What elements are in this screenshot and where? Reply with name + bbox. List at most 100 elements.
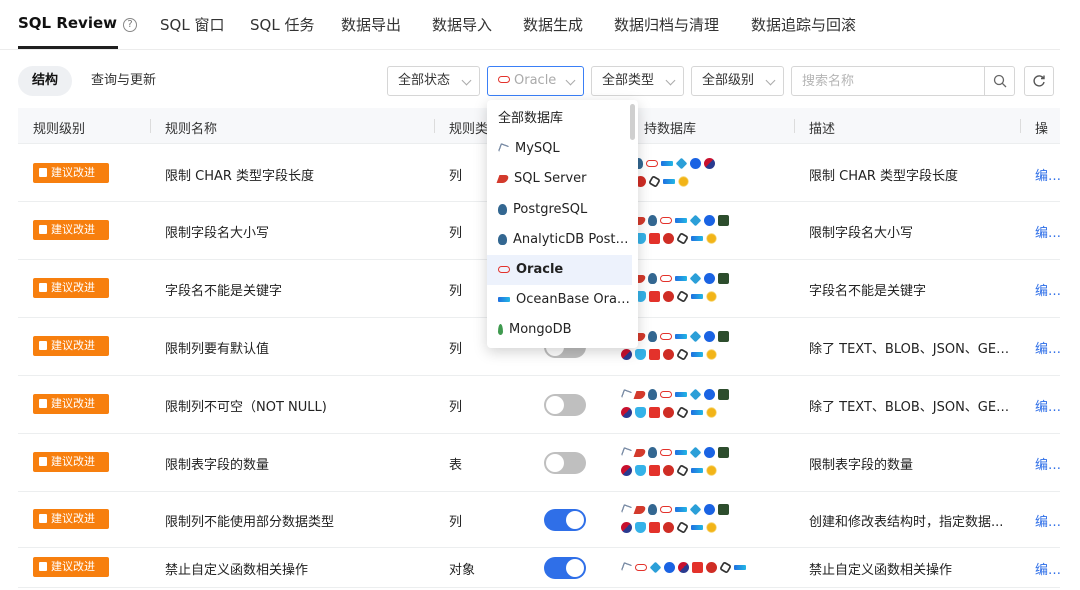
tab-data-generate[interactable]: 数据生成	[523, 14, 583, 35]
cmdb-icon	[635, 465, 646, 476]
dropdown-scrollbar[interactable]	[630, 104, 635, 140]
edit-link[interactable]: 编辑	[1035, 165, 1060, 184]
tab-data-import[interactable]: 数据导入	[432, 14, 492, 35]
type-filter[interactable]: 全部类型	[591, 66, 684, 96]
supported-db-icons	[620, 560, 786, 578]
dropdown-option-pg[interactable]: PostgreSQL	[487, 195, 632, 225]
dropdown-option-label: MongoDB	[509, 322, 572, 338]
hbase-icon	[663, 407, 674, 418]
hexa-icon	[676, 406, 689, 419]
database-filter[interactable]: Oracle	[487, 66, 584, 96]
warning-icon	[39, 283, 47, 292]
supported-db-icons	[620, 502, 786, 538]
sqlserver-icon	[633, 505, 647, 514]
cmdb-icon	[635, 407, 646, 418]
oracle-icon	[660, 275, 672, 282]
db-icon-line	[620, 271, 786, 286]
redis-icon	[621, 407, 632, 418]
supported-db-icons	[620, 329, 786, 365]
rule-description: 限制表字段的数量	[809, 458, 914, 473]
polar-icon	[689, 446, 702, 459]
ob-icon	[691, 410, 703, 415]
rule-category: 列	[449, 515, 463, 530]
level-label: 建议改进	[51, 560, 95, 573]
segment-structure[interactable]: 结构	[18, 66, 73, 96]
ob-icon	[675, 218, 687, 223]
database-filter-value: Oracle	[514, 73, 557, 88]
tab-data-trace[interactable]: 数据追踪与回滚	[751, 14, 856, 35]
level-label: 建议改进	[51, 455, 95, 468]
help-icon[interactable]: ?	[123, 18, 138, 32]
dropdown-option-pg[interactable]: AnalyticDB Postg...	[487, 225, 632, 255]
edit-link[interactable]: 编辑	[1035, 396, 1060, 415]
hbase-icon	[663, 349, 674, 360]
pg-icon	[648, 331, 657, 342]
column-category: 规则类	[449, 122, 489, 137]
rule-name: 限制字段名大小写	[165, 226, 270, 241]
rule-description: 禁止自定义函数相关操作	[809, 563, 953, 578]
edit-link[interactable]: 编辑	[1035, 280, 1060, 299]
oracle-icon	[660, 391, 672, 398]
db-icon-line	[621, 174, 786, 189]
rule-name: 字段名不能是关键字	[165, 284, 283, 299]
column-divider	[150, 119, 151, 133]
tab-sql-task[interactable]: SQL 任务	[250, 14, 314, 35]
dropdown-option-mysql[interactable]: MySQL	[487, 134, 632, 164]
tab-sql-window[interactable]: SQL 窗口	[160, 14, 224, 35]
edit-link[interactable]: 编辑	[1035, 222, 1060, 241]
pg-icon	[498, 233, 507, 245]
dropdown-option-all[interactable]: 全部数据库	[487, 104, 632, 134]
level-filter[interactable]: 全部级别	[691, 66, 784, 96]
rule-category: 列	[449, 169, 463, 184]
dropdown-option-sqlserver[interactable]: SQL Server	[487, 164, 632, 194]
ob-icon	[691, 525, 703, 530]
redis-icon	[678, 562, 689, 573]
tab-data-archive[interactable]: 数据归档与清理	[614, 14, 719, 35]
db2-icon	[718, 273, 729, 284]
dropdown-option-mongo[interactable]: MongoDB	[487, 315, 632, 345]
db-icon-line	[621, 463, 786, 478]
rule-description: 字段名不能是关键字	[809, 284, 927, 299]
db2-icon	[718, 215, 729, 226]
rule-enable-toggle[interactable]	[544, 452, 586, 474]
oracle-icon	[660, 506, 672, 513]
rule-enable-toggle[interactable]	[544, 394, 586, 416]
tab-data-export[interactable]: 数据导出	[341, 14, 401, 35]
db-icon-line	[621, 289, 786, 304]
column-level: 规则级别	[33, 122, 86, 137]
oracle-icon	[646, 160, 658, 167]
edit-link[interactable]: 编辑	[1035, 559, 1060, 578]
ob-icon	[691, 236, 703, 241]
dropdown-option-label: PostgreSQL	[513, 201, 588, 217]
status-filter[interactable]: 全部状态	[387, 66, 480, 96]
dropdown-option-ob[interactable]: OceanBase Oracle	[487, 285, 632, 315]
level-badge: 建议改进	[33, 509, 109, 529]
ob-icon	[691, 294, 703, 299]
search-input[interactable]	[792, 67, 986, 95]
search-button[interactable]	[984, 67, 1014, 95]
edit-link[interactable]: 编辑	[1035, 511, 1060, 530]
hexa-icon	[648, 175, 661, 188]
rule-enable-toggle[interactable]	[544, 557, 586, 579]
dropdown-option-label: 全部数据库	[498, 111, 564, 126]
warning-icon	[39, 168, 47, 177]
tab-sql-review[interactable]: SQL Review?	[18, 14, 138, 32]
tidb-icon	[690, 158, 701, 169]
rule-description: 除了 TEXT、BLOB、JSON、GEO...	[809, 400, 1014, 415]
dropdown-option-oracle[interactable]: Oracle	[487, 255, 632, 285]
level-label: 建议改进	[51, 223, 95, 236]
cmdb-icon	[635, 522, 646, 533]
refresh-button[interactable]	[1024, 66, 1054, 96]
rule-category: 列	[449, 226, 463, 241]
pg-icon	[498, 203, 507, 215]
edit-link[interactable]: 编辑	[1035, 454, 1060, 473]
edit-link[interactable]: 编辑	[1035, 338, 1060, 357]
oracle-icon	[660, 449, 672, 456]
db2-icon	[718, 389, 729, 400]
rule-enable-toggle[interactable]	[544, 509, 586, 531]
chevron-down-icon	[565, 75, 576, 86]
refresh-icon	[1033, 75, 1045, 87]
hbase-icon	[663, 233, 674, 244]
segment-query-update[interactable]: 查询与更新	[91, 66, 156, 96]
column-divider	[1020, 119, 1021, 133]
